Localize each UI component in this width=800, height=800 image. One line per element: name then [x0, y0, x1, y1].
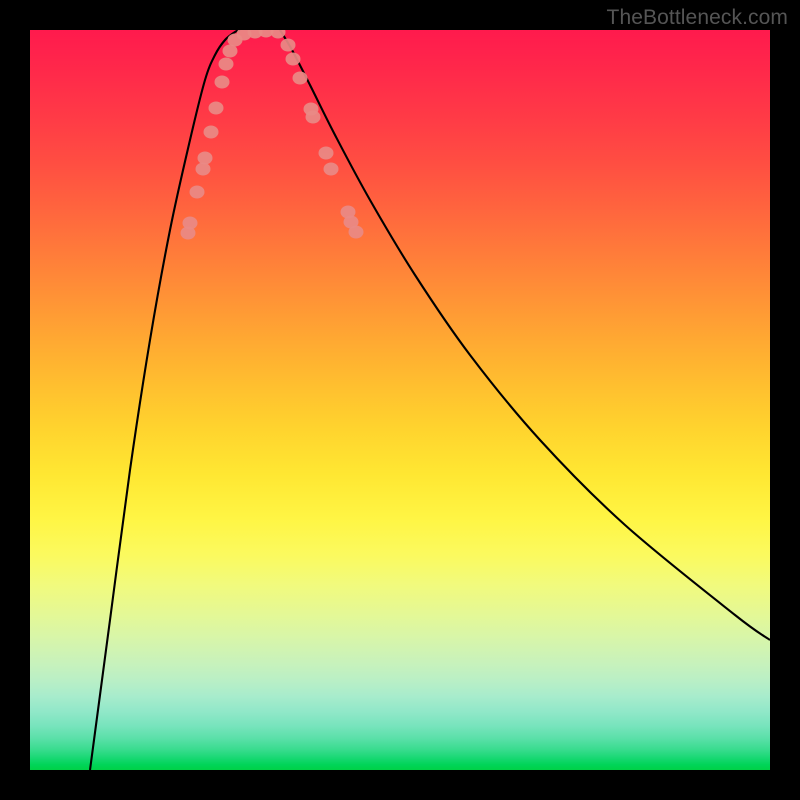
data-marker: [271, 30, 286, 39]
data-marker: [319, 147, 334, 160]
plot-area: [30, 30, 770, 770]
right-curve-line: [280, 30, 770, 640]
data-marker: [215, 76, 230, 89]
data-marker: [293, 72, 308, 85]
data-marker: [306, 111, 321, 124]
chart-frame: TheBottleneck.com: [0, 0, 800, 800]
data-marker: [204, 126, 219, 139]
right-markers-group: [281, 39, 364, 239]
left-curve-line: [90, 30, 240, 770]
left-markers-group: [181, 30, 286, 240]
data-marker: [198, 152, 213, 165]
chart-svg: [30, 30, 770, 770]
data-marker: [196, 163, 211, 176]
data-marker: [349, 226, 364, 239]
data-marker: [219, 58, 234, 71]
data-marker: [324, 163, 339, 176]
watermark-text: TheBottleneck.com: [607, 6, 788, 30]
data-marker: [183, 217, 198, 230]
data-marker: [209, 102, 224, 115]
data-marker: [281, 39, 296, 52]
data-marker: [190, 186, 205, 199]
data-marker: [286, 53, 301, 66]
